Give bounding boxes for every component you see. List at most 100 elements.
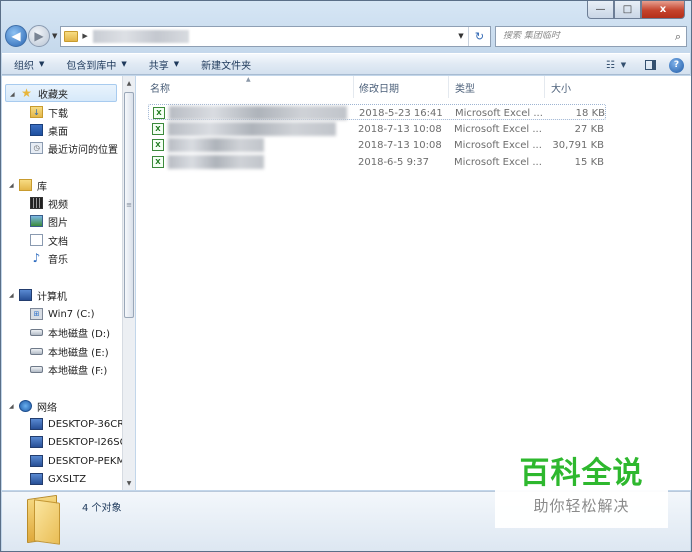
- navigation-scrollbar[interactable]: ▲ ≡ ▼: [122, 76, 135, 490]
- sidebar-item-drive-c[interactable]: ⊞ Win7 (C:): [30, 305, 94, 323]
- scrollbar-thumb[interactable]: ≡: [124, 92, 134, 318]
- navigation-pane: ◢ ★ 收藏夹 ↓ 下载 桌面 ◷ 最近访问的位置 ◢ 库 视频 图片 文档 ♪ 音乐 …: [2, 76, 122, 490]
- network-computer-icon: [30, 455, 43, 467]
- recent-places-icon: ◷: [30, 142, 43, 154]
- sidebar-item-label: 网络: [37, 402, 57, 414]
- video-library-icon: [30, 197, 43, 209]
- sidebar-item-network[interactable]: ◢ 网络: [5, 397, 57, 415]
- column-header-name[interactable]: 名称: [144, 76, 354, 98]
- folder-icon: [64, 30, 79, 42]
- hard-drive-icon: [30, 328, 43, 336]
- collapse-caret-icon[interactable]: ◢: [9, 403, 14, 410]
- sidebar-item-label: DESKTOP-36CRI: [48, 418, 122, 430]
- breadcrumb-path-redacted[interactable]: [92, 29, 189, 43]
- sidebar-item-desktop[interactable]: 桌面: [30, 121, 68, 139]
- new-folder-button[interactable]: 新建文件夹: [201, 57, 251, 72]
- sidebar-item-drive-f[interactable]: 本地磁盘 (F:): [30, 360, 107, 378]
- sidebar-item-label: GXSLTZ: [48, 473, 87, 485]
- column-headers: ▲ 名称 修改日期 类型 大小: [136, 76, 691, 98]
- sidebar-item-pictures[interactable]: 图片: [30, 212, 68, 230]
- address-dropdown-icon[interactable]: ▼: [454, 32, 468, 40]
- star-icon: ★: [21, 86, 32, 100]
- file-size: 30,791 KB: [552, 139, 604, 151]
- organize-label: 组织: [14, 60, 34, 72]
- back-button[interactable]: ◀: [5, 25, 27, 47]
- address-bar[interactable]: ▶ ▼ ↻: [60, 25, 491, 47]
- sidebar-item-drive-e[interactable]: 本地磁盘 (E:): [30, 342, 109, 360]
- minimize-button[interactable]: —: [587, 1, 614, 19]
- computer-icon: [19, 289, 32, 301]
- refresh-icon: ↻: [474, 29, 485, 43]
- scroll-up-icon[interactable]: ▲: [123, 77, 135, 89]
- file-modified: 2018-7-13 10:08: [358, 123, 442, 135]
- file-size: 27 KB: [574, 123, 604, 135]
- column-header-modified[interactable]: 修改日期: [353, 76, 449, 98]
- sidebar-item-drive-d[interactable]: 本地磁盘 (D:): [30, 323, 110, 341]
- collapse-caret-icon[interactable]: ◢: [9, 292, 14, 299]
- forward-button[interactable]: ▶: [28, 25, 50, 47]
- search-icon[interactable]: ⌕: [675, 30, 681, 44]
- sidebar-item-libraries[interactable]: ◢ 库: [5, 176, 47, 194]
- file-type: Microsoft Excel ...: [454, 139, 542, 151]
- sidebar-item-computer[interactable]: ◢ 计算机: [5, 286, 67, 304]
- network-computer-icon: [30, 473, 43, 485]
- sidebar-item-videos[interactable]: 视频: [30, 194, 68, 212]
- sidebar-item-favorites[interactable]: ◢ ★ 收藏夹: [5, 84, 117, 102]
- include-in-library-menu[interactable]: 包含到库中 ▼: [66, 57, 126, 72]
- address-row: ◀ ▶ ▼ ▶ ▼ ↻ ⌕: [5, 23, 687, 49]
- command-bar: 组织 ▼ 包含到库中 ▼ 共享 ▼ 新建文件夹 ☷ ▼ ?: [2, 53, 690, 75]
- sidebar-item-documents[interactable]: 文档: [30, 231, 68, 249]
- share-label: 共享: [148, 60, 169, 72]
- sidebar-item-label: 计算机: [37, 291, 67, 303]
- sidebar-item-network-node[interactable]: GXSLTZ: [30, 470, 86, 488]
- picture-library-icon: [30, 215, 43, 227]
- preview-pane-button[interactable]: [639, 56, 661, 74]
- network-computer-icon: [30, 418, 43, 430]
- sidebar-item-network-node[interactable]: DESKTOP-I26SC: [30, 433, 122, 451]
- file-modified: 2018-7-13 10:08: [358, 139, 442, 151]
- column-header-size[interactable]: 大小: [545, 76, 607, 98]
- sidebar-item-label: DESKTOP-PEKM: [48, 455, 122, 467]
- close-button[interactable]: x: [641, 1, 685, 19]
- sidebar-item-downloads[interactable]: ↓ 下载: [30, 103, 68, 121]
- file-type: Microsoft Excel ...: [454, 156, 542, 168]
- search-input[interactable]: [503, 31, 663, 41]
- column-header-type[interactable]: 类型: [449, 76, 545, 98]
- sidebar-item-label: 收藏夹: [38, 89, 68, 101]
- preview-pane-icon: [644, 60, 656, 70]
- scroll-down-icon[interactable]: ▼: [123, 477, 135, 489]
- recent-pages-dropdown[interactable]: ▼: [52, 32, 57, 40]
- sidebar-item-network-node[interactable]: DESKTOP-36CRI: [30, 415, 122, 433]
- organize-menu[interactable]: 组织 ▼: [14, 57, 44, 72]
- excel-file-icon: X: [152, 156, 164, 168]
- file-list-pane: ▲ 名称 修改日期 类型 大小 X 2018-5-23 16:41 Micros…: [136, 76, 691, 490]
- sidebar-item-label: 音乐: [48, 254, 68, 266]
- chevron-down-icon: ▼: [620, 61, 627, 69]
- sidebar-item-label: 库: [37, 181, 47, 193]
- forward-arrow-icon: ▶: [34, 29, 44, 43]
- file-row[interactable]: X 2018-6-5 9:37 Microsoft Excel ... 15 K…: [148, 154, 606, 170]
- help-icon[interactable]: ?: [669, 57, 684, 73]
- document-library-icon: [30, 234, 43, 246]
- caption-buttons: — □ x: [587, 1, 685, 19]
- explorer-window: — □ x ◀ ▶ ▼ ▶ ▼ ↻ ⌕ 组织 ▼ 包含到库中 ▼ 共享 ▼ 新建文件夹…: [0, 0, 692, 552]
- library-icon: [19, 179, 32, 191]
- share-menu[interactable]: 共享 ▼: [149, 57, 179, 72]
- sidebar-item-music[interactable]: ♪ 音乐: [30, 249, 68, 267]
- sidebar-item-recent[interactable]: ◷ 最近访问的位置: [30, 139, 118, 157]
- sidebar-item-network-node[interactable]: DESKTOP-PEKM: [30, 452, 122, 470]
- maximize-button[interactable]: □: [614, 1, 641, 19]
- search-box[interactable]: ⌕: [495, 25, 687, 47]
- refresh-button[interactable]: ↻: [468, 26, 490, 46]
- watermark-logo: 百科全说 助你轻松解决: [495, 444, 668, 528]
- column-header-label: 类型: [455, 83, 475, 95]
- file-row[interactable]: X 2018-7-13 10:08 Microsoft Excel ... 27…: [148, 121, 606, 137]
- collapse-caret-icon[interactable]: ◢: [10, 91, 15, 98]
- file-modified: 2018-5-23 16:41: [359, 107, 443, 119]
- collapse-caret-icon[interactable]: ◢: [9, 182, 14, 189]
- file-row[interactable]: X 2018-5-23 16:41 Microsoft Excel ... 18…: [148, 104, 606, 120]
- file-row[interactable]: X 2018-7-13 10:08 Microsoft Excel ... 30…: [148, 137, 606, 153]
- sidebar-item-label: DESKTOP-I26SC: [48, 436, 122, 448]
- view-options-button[interactable]: ☷ ▼: [605, 56, 627, 74]
- breadcrumb-chevron-icon[interactable]: ▶: [82, 32, 87, 40]
